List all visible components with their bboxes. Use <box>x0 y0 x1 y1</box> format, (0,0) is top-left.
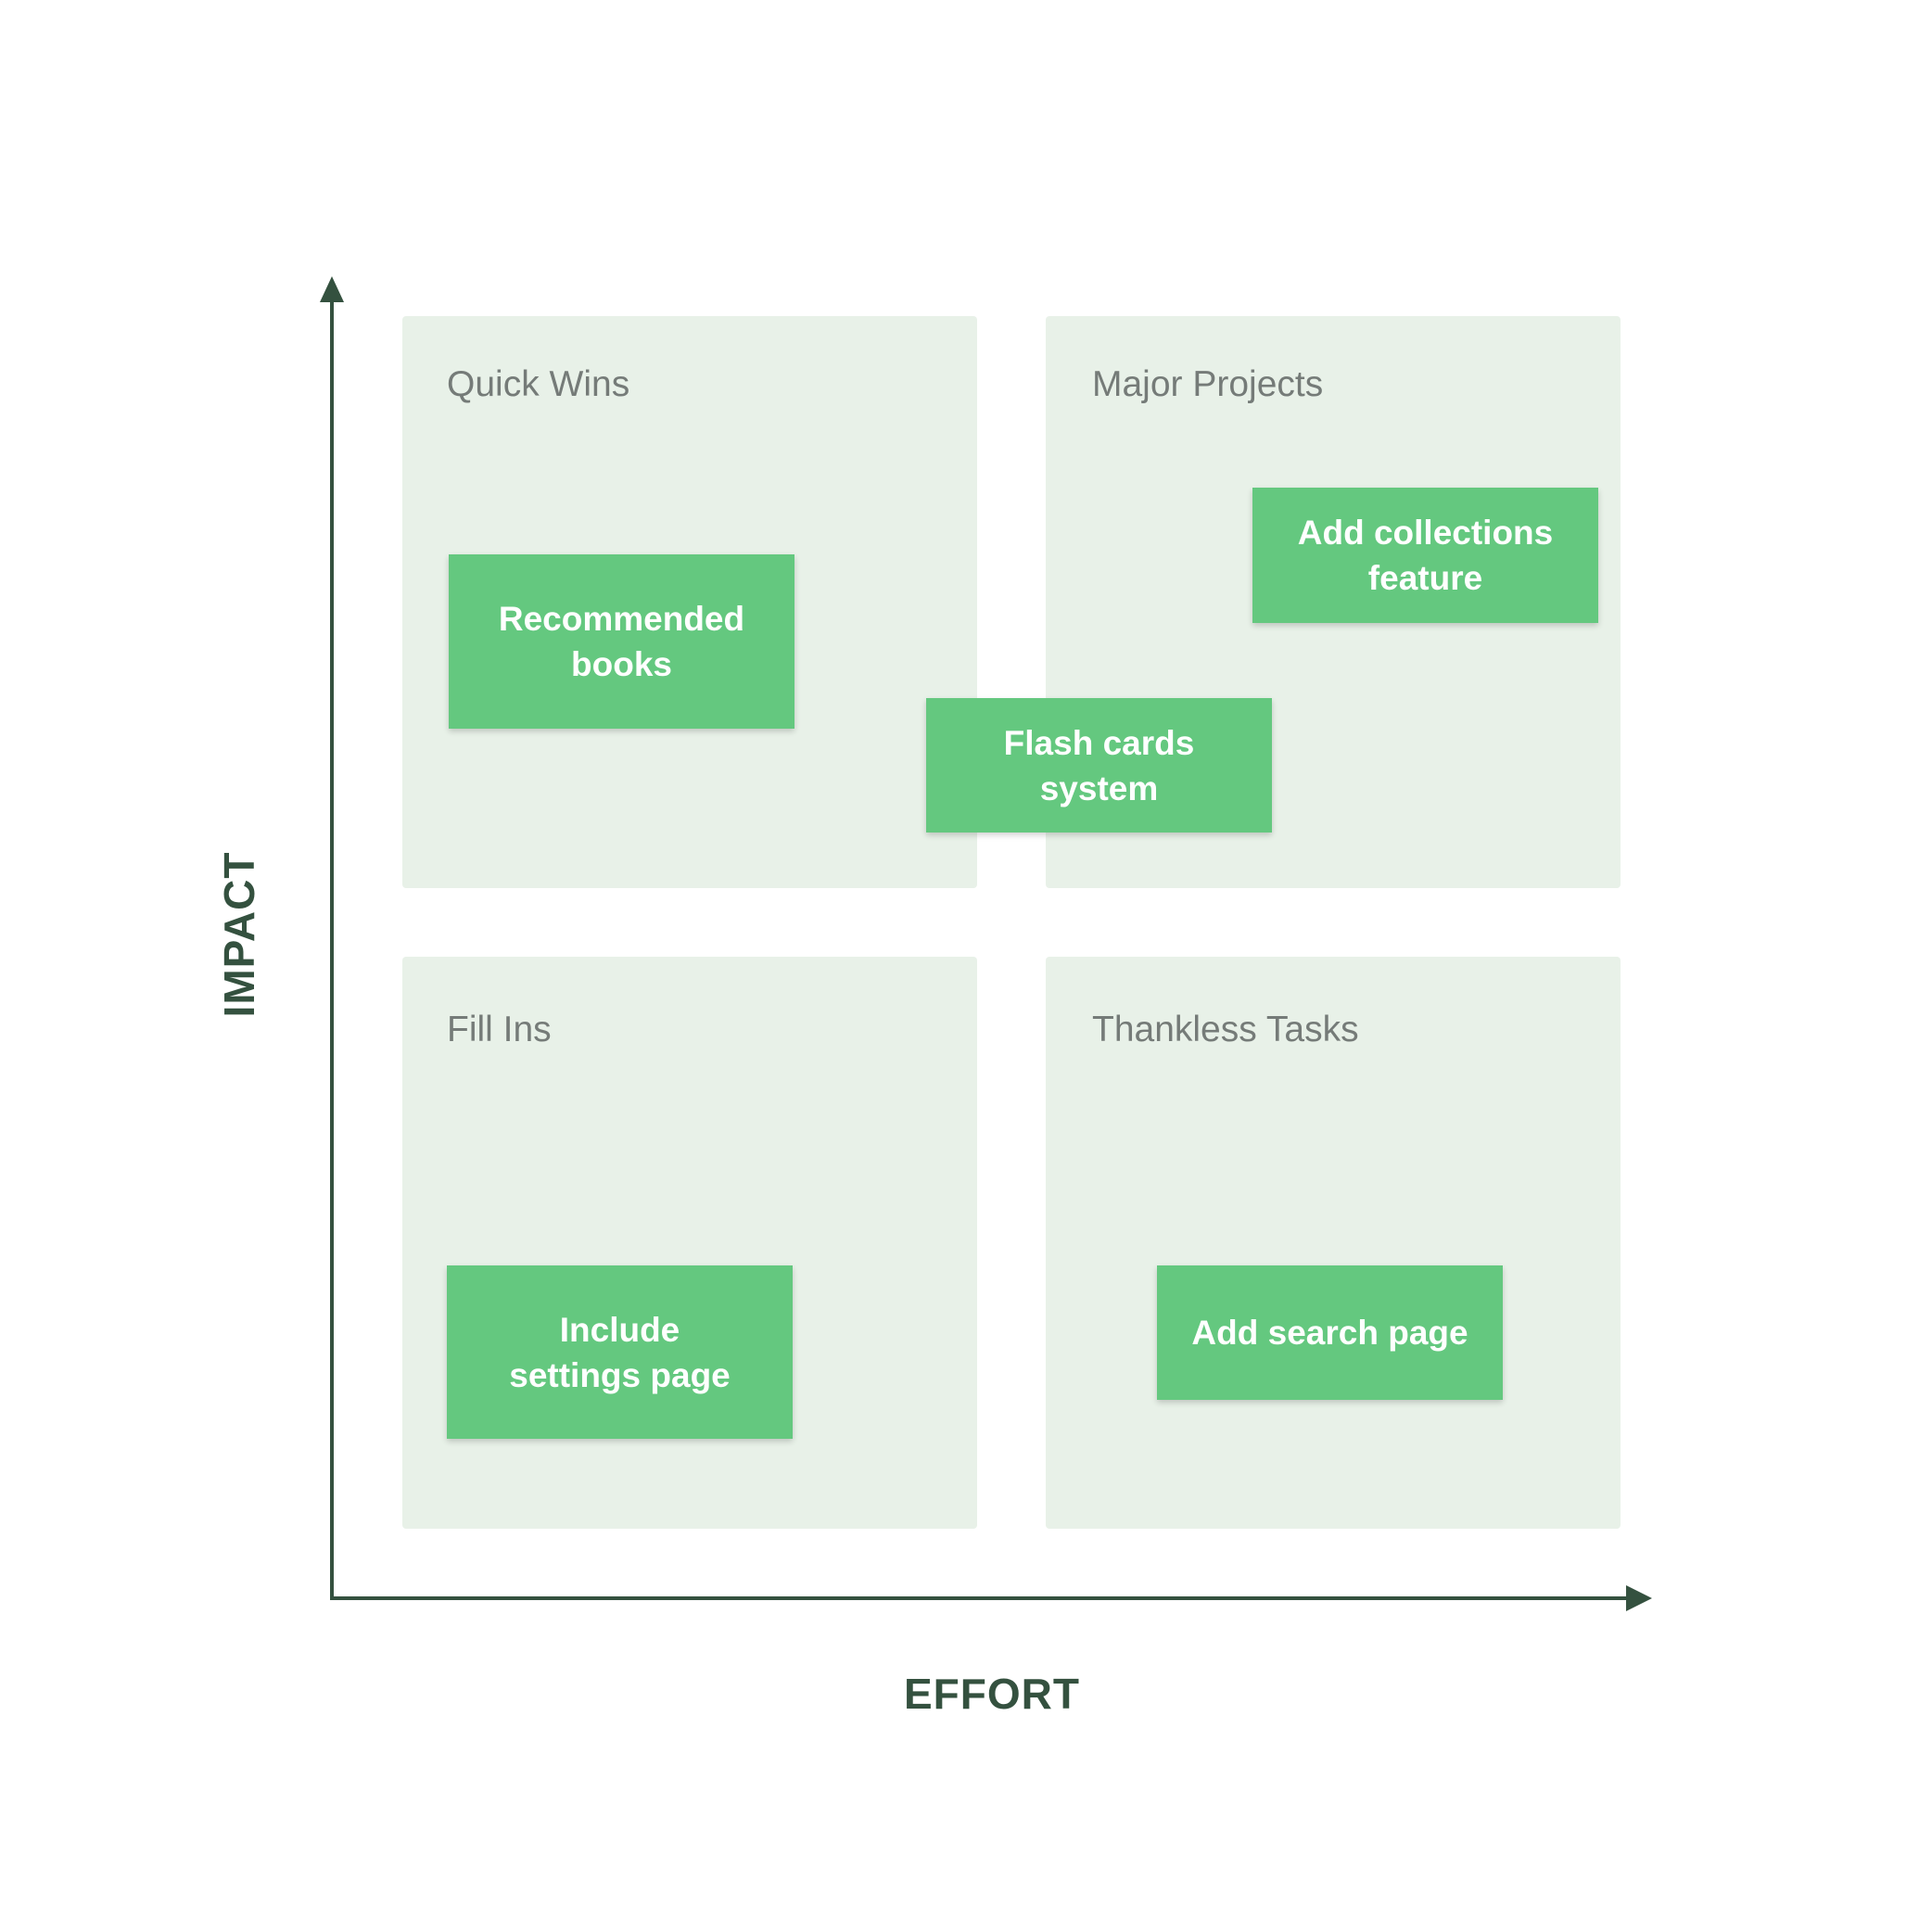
x-axis-label: EFFORT <box>904 1670 1080 1718</box>
impact-effort-matrix: { "axes": { "x_label": "EFFORT", "y_labe… <box>0 0 1932 1932</box>
card-text: Flash cards system <box>1003 723 1195 807</box>
card-text: Include settings page <box>509 1310 731 1394</box>
quadrant-label: Quick Wins <box>447 364 630 404</box>
quadrant-label: Thankless Tasks <box>1092 1010 1359 1049</box>
y-axis-label: IMPACT <box>215 851 263 1018</box>
y-axis-arrow-icon <box>320 276 344 302</box>
card-text: Recommended books <box>498 600 745 683</box>
card-text: Add collections feature <box>1297 514 1554 597</box>
card-add-search-page[interactable]: Add search page <box>1157 1265 1503 1400</box>
card-flash-cards-system[interactable]: Flash cards system <box>926 698 1272 833</box>
quadrant-thankless-tasks: Thankless Tasks <box>1046 957 1621 1529</box>
card-add-collections-feature[interactable]: Add collections feature <box>1252 488 1598 623</box>
card-text: Add search page <box>1191 1314 1468 1352</box>
quadrant-label: Fill Ins <box>447 1010 552 1049</box>
quadrant-label: Major Projects <box>1092 364 1324 404</box>
x-axis-arrow-icon <box>1626 1585 1652 1611</box>
card-include-settings-page[interactable]: Include settings page <box>447 1265 793 1439</box>
card-recommended-books[interactable]: Recommended books <box>449 554 794 729</box>
quadrant-fill-ins: Fill Ins <box>402 957 977 1529</box>
